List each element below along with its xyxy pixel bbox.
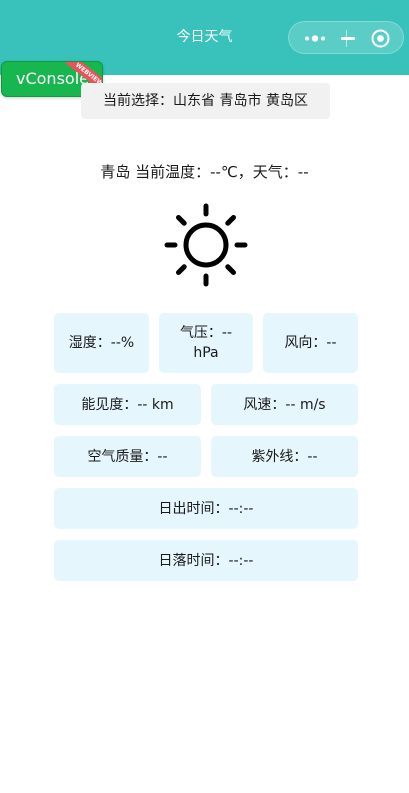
minimize-icon[interactable]	[336, 30, 360, 47]
close-target-icon[interactable]	[370, 28, 391, 49]
wind-direction-value: 风向：--	[284, 335, 337, 351]
sunrise-card: 日出时间：--:--	[54, 488, 358, 529]
wind-speed-card: 风速：-- m/s	[211, 384, 358, 425]
pressure-unit: hPa	[193, 345, 219, 361]
visibility-value: 能见度：-- km	[81, 396, 174, 413]
humidity-card: 湿度：--%	[54, 313, 149, 373]
visibility-card: 能见度：-- km	[54, 384, 201, 425]
humidity-value: 湿度：--%	[68, 335, 135, 351]
pressure-value: 气压：--	[179, 325, 233, 341]
sunrise-value: 日出时间：--:--	[158, 500, 254, 517]
sunset-value: 日落时间：--:--	[158, 552, 254, 569]
sun-icon	[164, 203, 248, 287]
location-selector[interactable]: 当前选择：山东省 青岛市 黄岛区	[81, 83, 330, 119]
air-quality-card: 空气质量：--	[54, 436, 201, 477]
sunset-card: 日落时间：--:--	[54, 540, 358, 581]
mini-program-capsule	[288, 21, 404, 54]
uv-card: 紫外线：--	[211, 436, 358, 477]
uv-value: 紫外线：--	[251, 448, 318, 465]
wind-direction-card: 风向：--	[263, 313, 358, 373]
air-quality-value: 空气质量：--	[87, 448, 168, 465]
pressure-card: 气压：-- hPa	[159, 313, 253, 373]
weather-summary: 青岛 当前温度：--℃，天气：--	[100, 163, 309, 181]
more-dots-icon[interactable]	[301, 30, 333, 47]
wind-speed-value: 风速：-- m/s	[243, 396, 326, 413]
